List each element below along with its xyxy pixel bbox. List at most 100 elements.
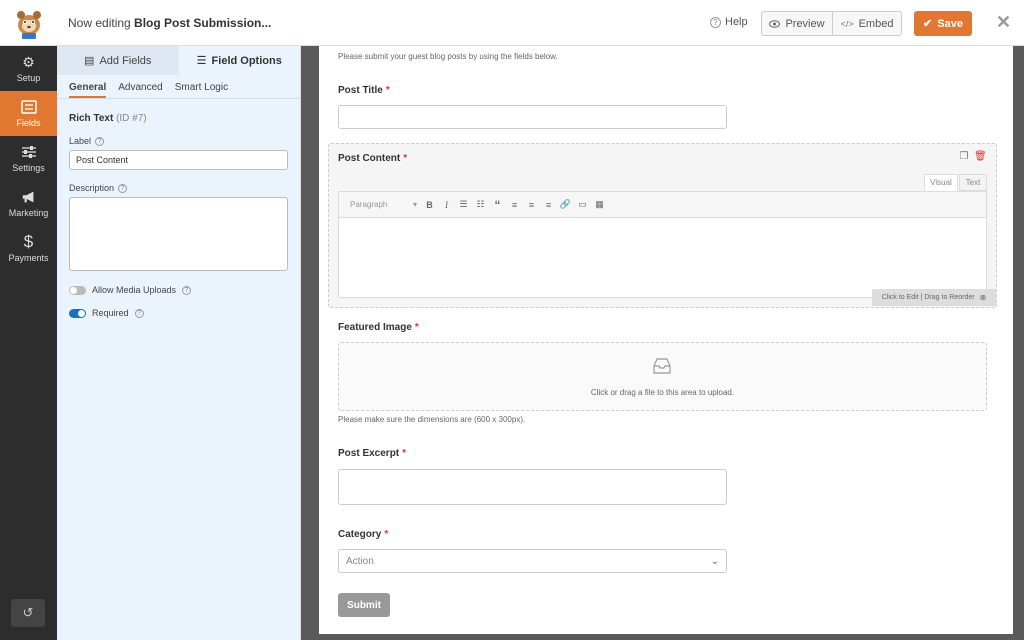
subtab-advanced[interactable]: Advanced [118, 82, 162, 98]
description-textarea[interactable] [69, 197, 288, 271]
read-more-icon[interactable]: ▭ [574, 197, 591, 213]
list-icon: ▤ [84, 55, 95, 67]
field-actions: ❐ 🗑 [959, 151, 987, 162]
sliders-icon [21, 144, 37, 160]
nav-item-payments[interactable]: $ Payments [0, 226, 57, 271]
help-button[interactable]: ? Help [710, 16, 748, 28]
left-nav: ⚙ Setup Fields Settings Marketing $ Paym… [0, 46, 57, 640]
description-caption-text: Description [69, 183, 115, 193]
tab-label: Add Fields [99, 54, 152, 67]
allow-media-uploads-row: Allow Media Uploads ? [69, 285, 192, 295]
description-caption: Description ? [69, 183, 128, 193]
nav-label: Setup [16, 73, 41, 83]
inbox-icon [653, 358, 671, 374]
help-label: Help [725, 16, 748, 28]
align-right-icon[interactable]: ≡ [540, 197, 557, 213]
field-type-heading: Rich Text (ID #7) [69, 113, 147, 124]
nav-item-settings[interactable]: Settings [0, 136, 57, 181]
help-icon[interactable]: ? [182, 285, 192, 295]
help-icon[interactable]: ? [118, 183, 128, 193]
duplicate-icon[interactable]: ❐ [959, 151, 969, 162]
dollar-icon: $ [23, 232, 34, 251]
nav-item-marketing[interactable]: Marketing [0, 181, 57, 226]
required-asterisk: * [384, 529, 389, 540]
file-upload-zone[interactable] [338, 342, 987, 411]
form-name: Blog Post Submission... [134, 16, 272, 30]
label-caption: Label ? [69, 136, 105, 146]
save-button[interactable]: ✔ Save [914, 11, 972, 36]
field-id: (ID #7) [116, 113, 147, 124]
required-asterisk: * [385, 85, 390, 96]
gear-icon: ⚙ [22, 53, 35, 70]
eye-icon [769, 19, 781, 28]
required-asterisk: * [414, 322, 419, 333]
revisions-history-button[interactable]: ↺ [11, 599, 45, 627]
post-content-label: Post Content * [338, 153, 407, 164]
category-select[interactable]: Action ⌄ [338, 549, 727, 573]
fields-icon [20, 99, 37, 115]
allow-media-label: Allow Media Uploads [92, 285, 177, 295]
format-select[interactable]: Paragraph ▾ [345, 197, 421, 213]
help-icon[interactable]: ? [134, 308, 144, 318]
category-select-value: Action [346, 555, 374, 567]
help-icon: ? [710, 16, 721, 28]
allow-media-uploads-toggle[interactable] [69, 285, 86, 295]
upload-text: Click or drag a file to this area to upl… [590, 388, 735, 397]
chevron-down-icon: ▾ [412, 200, 417, 209]
preview-button[interactable]: Preview [761, 11, 833, 36]
form-intro: Please submit your guest blog posts by u… [338, 52, 558, 61]
category-label: Category * [338, 529, 388, 540]
embed-button[interactable]: </> Embed [832, 11, 902, 36]
check-icon: ✔ [923, 18, 933, 30]
bold-icon[interactable]: B [421, 197, 438, 213]
close-icon[interactable]: ⊗ [980, 293, 987, 302]
nav-label: Fields [16, 118, 41, 128]
history-icon: ↺ [22, 605, 34, 620]
field-options-panel: ▤ Add Fields ☰ Field Options General Adv… [57, 46, 301, 640]
trash-icon[interactable]: 🗑 [974, 151, 987, 162]
post-content-text: Post Content [338, 153, 401, 164]
numbered-list-icon[interactable]: ☷ [472, 197, 489, 213]
required-row: Required ? [69, 308, 144, 318]
nav-item-fields[interactable]: Fields [0, 91, 57, 136]
required-label: Required [92, 308, 129, 318]
link-icon[interactable]: 🔗 [557, 197, 574, 213]
blockquote-icon[interactable]: “ [489, 197, 506, 213]
required-asterisk: * [402, 448, 407, 459]
featured-image-text: Featured Image [338, 322, 412, 333]
help-icon[interactable]: ? [95, 136, 105, 146]
wpforms-logo [0, 0, 57, 46]
nav-label: Settings [12, 163, 45, 173]
align-center-icon[interactable]: ≡ [523, 197, 540, 213]
editor-toolbar: Paragraph ▾ B I ☰ ☷ “ ≡ ≡ ≡ 🔗 ▭ ▦ [339, 192, 986, 218]
close-icon[interactable]: ✕ [996, 12, 1011, 33]
post-title-text: Post Title [338, 85, 383, 96]
rich-text-editor[interactable]: Paragraph ▾ B I ☰ ☷ “ ≡ ≡ ≡ 🔗 ▭ ▦ [338, 191, 987, 298]
megaphone-icon [21, 189, 37, 205]
sliders-icon: ☰ [196, 55, 207, 67]
form-preview [319, 46, 1013, 634]
post-excerpt-text: Post Excerpt [338, 448, 400, 459]
label-input[interactable]: Post Content [69, 150, 288, 170]
subtab-general[interactable]: General [69, 82, 107, 98]
required-toggle[interactable] [69, 308, 86, 318]
nav-item-setup[interactable]: ⚙ Setup [0, 46, 57, 91]
tab-add-fields[interactable]: ▤ Add Fields [57, 46, 179, 75]
submit-button[interactable]: Submit [338, 593, 390, 617]
editing-prefix: Now editing [68, 16, 131, 30]
post-title-input[interactable] [338, 105, 727, 129]
tab-field-options[interactable]: ☰ Field Options [178, 46, 300, 75]
save-label: Save [937, 17, 963, 30]
nav-label: Marketing [8, 208, 49, 218]
editor-tab-visual[interactable]: Visual [924, 174, 958, 191]
bullet-list-icon[interactable]: ☰ [455, 197, 472, 213]
italic-icon[interactable]: I [438, 197, 455, 213]
post-excerpt-input[interactable] [338, 469, 727, 505]
category-text: Category [338, 529, 382, 540]
toolbar-toggle-icon[interactable]: ▦ [591, 197, 608, 213]
subtab-smart-logic[interactable]: Smart Logic [175, 82, 228, 98]
tab-label: Field Options [211, 54, 282, 67]
align-left-icon[interactable]: ≡ [506, 197, 523, 213]
drag-hint: Click to Edit | Drag to Reorder ⊗ [872, 289, 996, 306]
editor-tab-text[interactable]: Text [959, 174, 987, 191]
